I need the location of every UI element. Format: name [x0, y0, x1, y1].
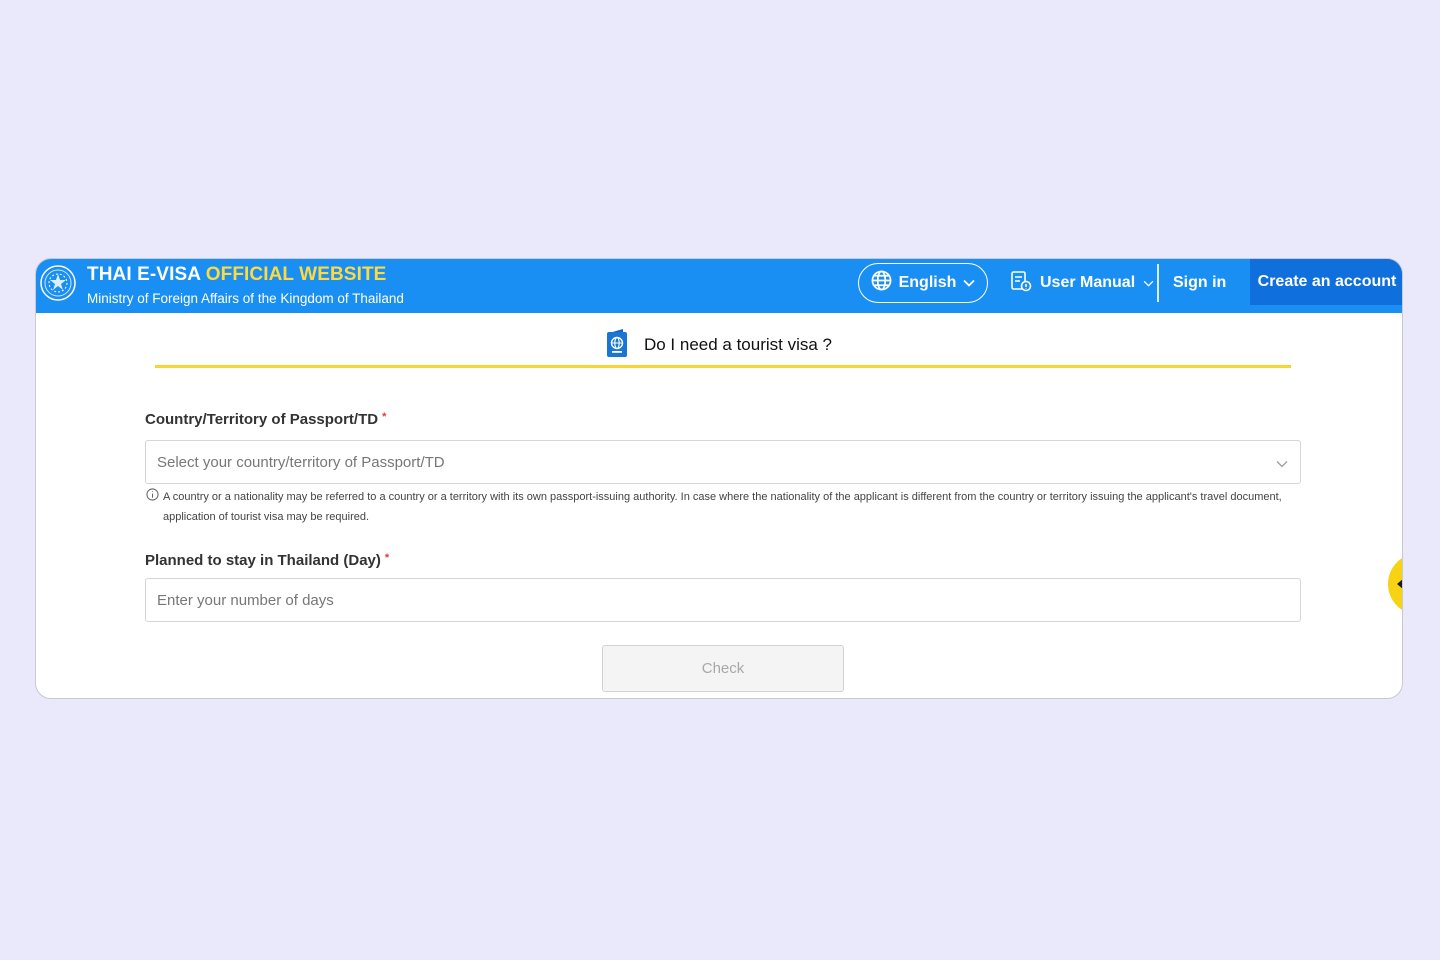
required-mark: *: [384, 552, 390, 564]
sign-in-link[interactable]: Sign in: [1173, 263, 1226, 303]
page-heading: Do I need a tourist visa ?: [36, 327, 1402, 363]
manual-icon: [1010, 270, 1032, 297]
chevron-down-icon: [1143, 274, 1154, 292]
seal-logo-icon: [40, 265, 76, 301]
browser-frame: THAI E-VISA OFFICIAL WEBSITE Ministry of…: [35, 258, 1403, 699]
days-input[interactable]: Enter your number of days: [145, 578, 1301, 622]
user-manual-label: User Manual: [1040, 274, 1136, 291]
user-manual-menu[interactable]: User Manual: [1010, 263, 1154, 303]
country-label-text: Country/Territory of Passport/TD: [145, 411, 379, 428]
globe-icon: [871, 270, 892, 296]
check-button[interactable]: Check: [602, 645, 844, 692]
country-hint-text: A country or a nationality may be referr…: [163, 491, 1282, 523]
language-label: English: [898, 274, 957, 291]
stay-label-text: Planned to stay in Thailand (Day): [145, 552, 381, 569]
country-select-placeholder: Select your country/territory of Passpor…: [157, 453, 445, 471]
info-icon: [146, 488, 159, 508]
site-title-highlight: OFFICIAL WEBSITE: [205, 264, 387, 285]
heading-underline: [155, 365, 1291, 368]
arrow-left-icon: [1397, 579, 1402, 589]
top-navigation-bar: THAI E-VISA OFFICIAL WEBSITE Ministry of…: [36, 259, 1402, 313]
site-title-main: THAI E-VISA: [87, 264, 206, 285]
passport-icon: [606, 328, 628, 363]
country-select[interactable]: Select your country/territory of Passpor…: [145, 440, 1301, 484]
country-field-label: Country/Territory of Passport/TD *: [145, 411, 386, 428]
chevron-down-icon: [1276, 455, 1288, 472]
days-input-placeholder: Enter your number of days: [157, 591, 334, 609]
nav-divider: [1157, 264, 1159, 302]
required-mark: *: [382, 411, 387, 423]
create-account-button[interactable]: Create an account: [1250, 259, 1402, 305]
page-title: Do I need a tourist visa ?: [643, 335, 833, 354]
site-title[interactable]: THAI E-VISA OFFICIAL WEBSITE: [87, 264, 386, 286]
country-hint: A country or a nationality may be referr…: [146, 487, 1286, 527]
stay-field-label: Planned to stay in Thailand (Day) *: [145, 552, 389, 569]
side-feedback-tab[interactable]: [1388, 553, 1402, 615]
chevron-down-icon: [963, 274, 976, 292]
site-subtitle: Ministry of Foreign Affairs of the Kingd…: [87, 291, 404, 306]
language-selector-button[interactable]: English: [858, 263, 988, 303]
